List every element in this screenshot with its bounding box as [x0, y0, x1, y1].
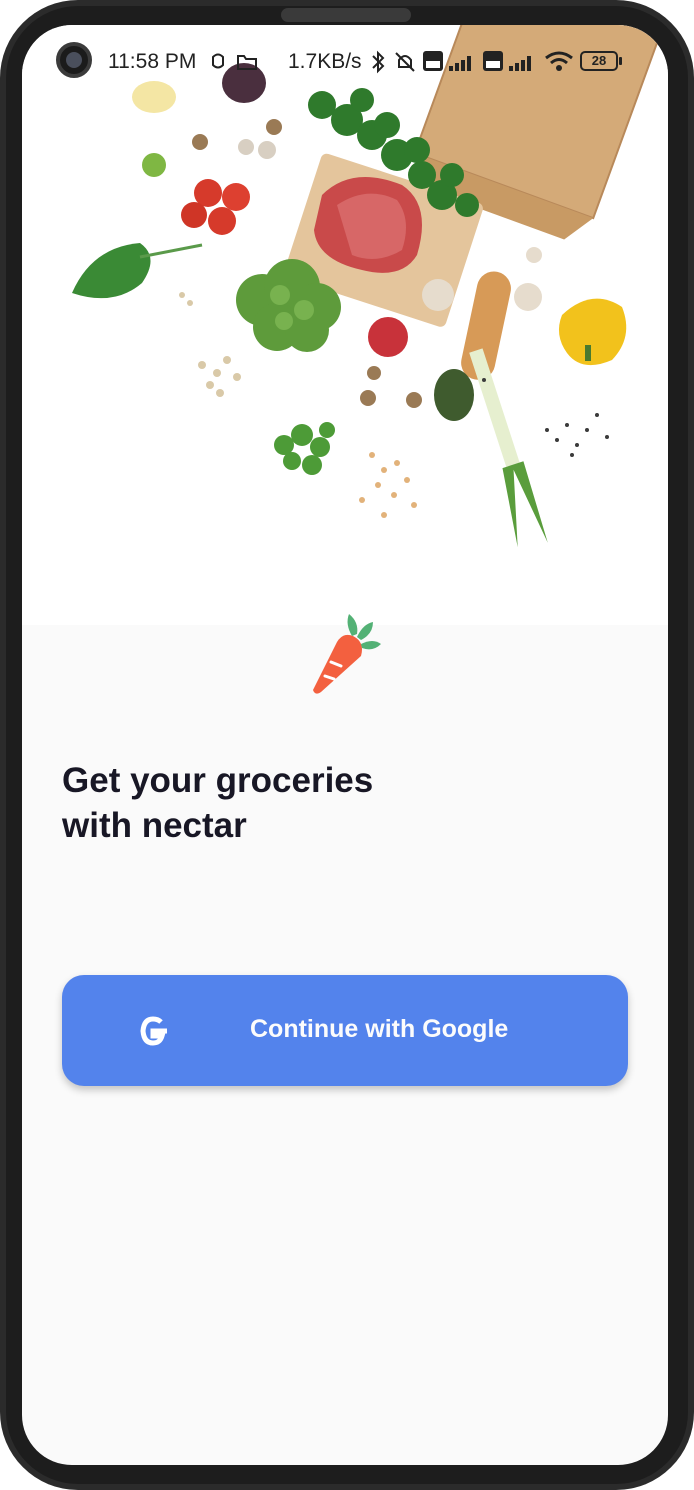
front-camera: [56, 42, 92, 78]
volte-icon: [423, 51, 443, 71]
groceries-image: [22, 25, 668, 625]
headline-line-1: Get your groceries: [62, 761, 374, 800]
network-speed: 1.7KB/s: [288, 50, 362, 73]
phone-frame: 11:58 PM 1.7KB/s 28 Get your groceries w…: [0, 0, 694, 1490]
earpiece-speaker: [281, 8, 411, 22]
status-time: 11:58 PM: [108, 50, 197, 73]
headline-line-2: with nectar: [62, 806, 247, 845]
mute-icon: [395, 52, 415, 72]
app-screen: 11:58 PM 1.7KB/s 28 Get your groceries w…: [22, 25, 668, 1465]
headline: Get your groceries with nectar: [62, 758, 622, 848]
continue-with-google-button[interactable]: Continue with Google: [62, 975, 628, 1086]
battery-level: 28: [591, 53, 607, 68]
power-button: [688, 440, 694, 600]
wifi-icon: [545, 51, 573, 71]
alarm-icon: [212, 53, 224, 69]
volume-button: [688, 220, 694, 320]
carrot-icon: [313, 614, 381, 694]
folder-icon: [237, 55, 257, 70]
bluetooth-icon: [372, 50, 385, 74]
battery-icon: 28: [580, 51, 622, 71]
signal-icon: [449, 56, 471, 71]
status-bar: 11:58 PM 1.7KB/s 28: [22, 25, 668, 97]
google-icon: [140, 1016, 167, 1046]
signal-icon: [509, 56, 531, 71]
volte-icon: [483, 51, 503, 71]
continue-with-google-label: Continue with Google: [250, 1015, 509, 1043]
